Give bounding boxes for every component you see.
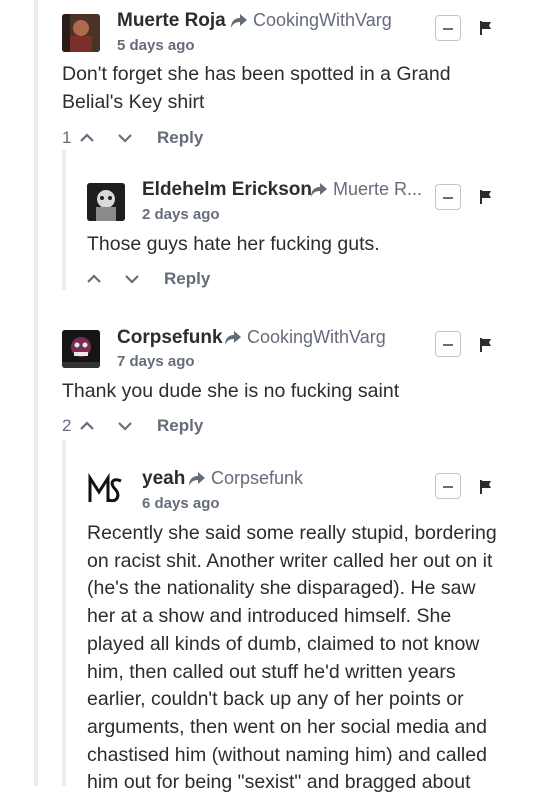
reply-button[interactable]: Reply xyxy=(164,269,210,289)
avatar-image xyxy=(87,183,125,221)
flag-icon[interactable] xyxy=(478,189,494,205)
comment-muerte-roja: Muerte Roja CookingWithVarg 5 days ago D… xyxy=(0,0,540,160)
comment-corpsefunk: Corpsefunk CookingWithVarg 7 days ago Th… xyxy=(0,318,540,458)
collapse-button[interactable] xyxy=(435,331,461,357)
reply-arrow-icon xyxy=(225,330,241,345)
upvote-icon[interactable] xyxy=(78,420,96,432)
avatar[interactable] xyxy=(87,183,125,221)
comment-body: Those guys hate her fucking guts. xyxy=(87,233,380,255)
reply-button[interactable]: Reply xyxy=(157,128,203,148)
timestamp[interactable]: 6 days ago xyxy=(142,495,220,512)
comment-eldehelm-erickson: Eldehelm Erickson Muerte R... 2 days ago… xyxy=(0,170,540,310)
downvote-icon[interactable] xyxy=(116,420,134,432)
reply-arrow-icon xyxy=(231,13,247,28)
reply-button[interactable]: Reply xyxy=(157,416,203,436)
reply-to-name: CookingWithVarg xyxy=(253,10,392,30)
flag-icon[interactable] xyxy=(478,20,494,36)
avatar-image xyxy=(62,330,100,368)
timestamp[interactable]: 2 days ago xyxy=(142,206,220,223)
downvote-icon[interactable] xyxy=(116,132,134,144)
timestamp[interactable]: 7 days ago xyxy=(117,353,195,370)
reply-to-name: Corpsefunk xyxy=(211,468,304,488)
reply-arrow-icon xyxy=(311,182,327,197)
collapse-button[interactable] xyxy=(435,15,461,41)
reply-to-link[interactable]: Muerte R... xyxy=(310,179,422,200)
comment-yeah: yeah Corpsefunk 6 days ago Recently she … xyxy=(0,460,540,793)
avatar[interactable] xyxy=(62,330,100,368)
reply-arrow-icon xyxy=(189,471,205,486)
author-name[interactable]: yeah xyxy=(142,468,185,490)
vote-count: 2 xyxy=(62,416,72,435)
avatar[interactable] xyxy=(62,14,100,52)
comment-body: Don't forget she has been spotted in a G… xyxy=(62,63,451,113)
author-name[interactable]: Corpsefunk xyxy=(117,327,223,349)
downvote-icon[interactable] xyxy=(123,273,141,285)
flag-icon[interactable] xyxy=(478,337,494,353)
reply-to-name: CookingWithVarg xyxy=(247,327,386,347)
reply-to-link[interactable]: CookingWithVarg xyxy=(224,327,386,348)
avatar[interactable] xyxy=(87,472,125,510)
author-name[interactable]: Eldehelm Erickson xyxy=(142,179,312,201)
avatar-image xyxy=(87,472,125,510)
reply-to-name: Muerte R... xyxy=(333,179,422,199)
timestamp[interactable]: 5 days ago xyxy=(117,37,195,54)
author-name[interactable]: Muerte Roja xyxy=(117,10,226,32)
upvote-icon[interactable] xyxy=(85,273,103,285)
reply-to-link[interactable]: Corpsefunk xyxy=(188,468,303,489)
comment-body: Recently she said some really stupid, bo… xyxy=(87,522,497,794)
upvote-icon[interactable] xyxy=(78,132,96,144)
vote-count: 1 xyxy=(62,128,72,147)
collapse-button[interactable] xyxy=(435,473,461,499)
flag-icon[interactable] xyxy=(478,479,494,495)
avatar-image xyxy=(62,14,100,52)
collapse-button[interactable] xyxy=(435,184,461,210)
reply-to-link[interactable]: CookingWithVarg xyxy=(230,10,392,31)
comment-body: Thank you dude she is no fucking saint xyxy=(62,380,400,402)
